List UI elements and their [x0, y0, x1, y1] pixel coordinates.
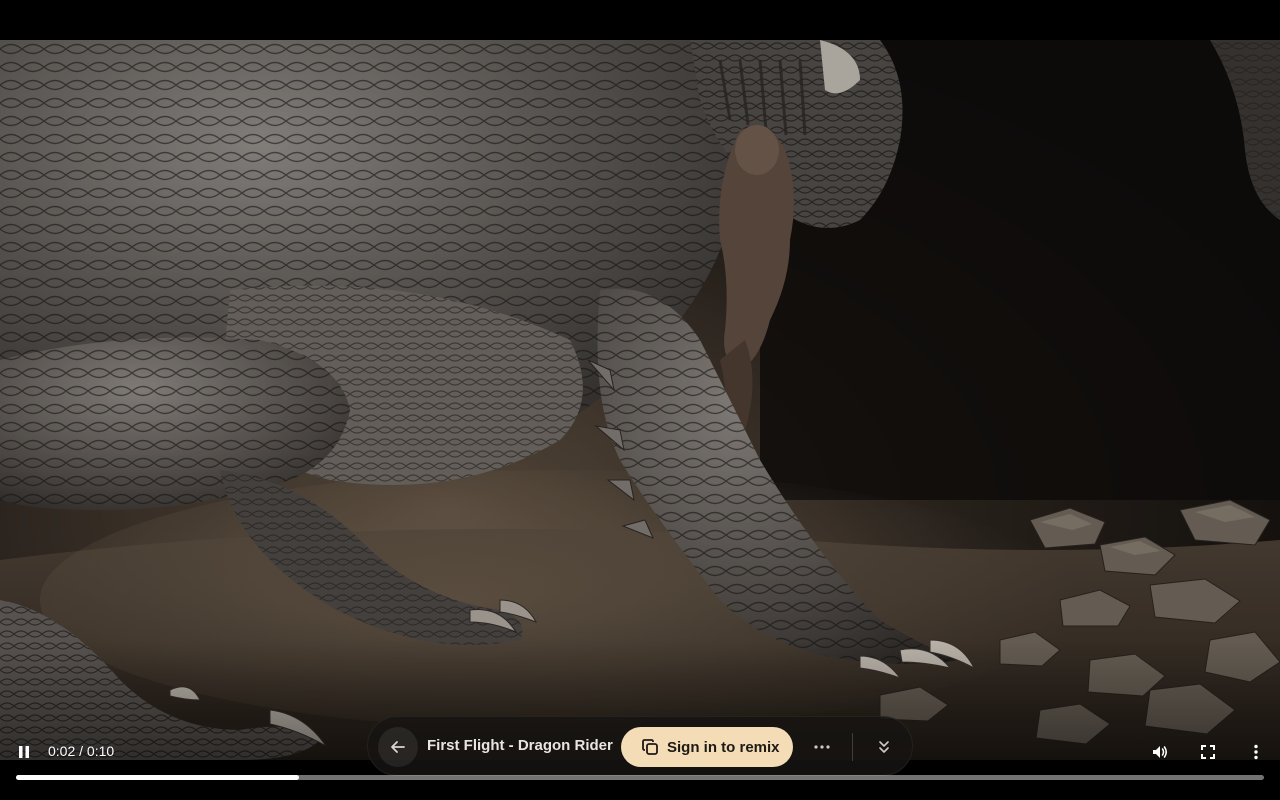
- pause-button[interactable]: [8, 736, 40, 768]
- back-button[interactable]: [378, 727, 418, 767]
- options-menu-button[interactable]: [1240, 736, 1272, 768]
- fullscreen-button[interactable]: [1192, 736, 1224, 768]
- arrow-left-icon: [391, 741, 405, 753]
- more-options-button[interactable]: [804, 731, 840, 763]
- sign-in-to-remix-button[interactable]: Sign in to remix: [621, 727, 793, 767]
- progress-fill: [16, 775, 300, 780]
- volume-icon: [1153, 746, 1168, 758]
- copy-icon: [639, 736, 661, 758]
- video-player: 0:02 / 0:10 First Flight - Dragon Rider …: [0, 0, 1280, 800]
- video-frame[interactable]: [0, 40, 1280, 760]
- fullscreen-icon: [1201, 745, 1215, 759]
- remix-label: Sign in to remix: [667, 738, 780, 756]
- chevrons-down-icon: [879, 741, 889, 753]
- more-vertical-icon: [1254, 744, 1258, 760]
- video-scene: [0, 40, 1280, 760]
- video-title: First Flight - Dragon Rider: [427, 737, 613, 754]
- toolbar-divider: [852, 733, 853, 761]
- collapse-button[interactable]: [866, 731, 902, 763]
- time-display: 0:02 / 0:10: [48, 743, 115, 759]
- progress-bar[interactable]: [16, 775, 1264, 780]
- volume-button[interactable]: [1144, 736, 1176, 768]
- floating-toolbar: First Flight - Dragon Rider Sign in to r…: [367, 716, 913, 776]
- pause-icon: [19, 746, 29, 758]
- more-horizontal-icon: [814, 745, 830, 749]
